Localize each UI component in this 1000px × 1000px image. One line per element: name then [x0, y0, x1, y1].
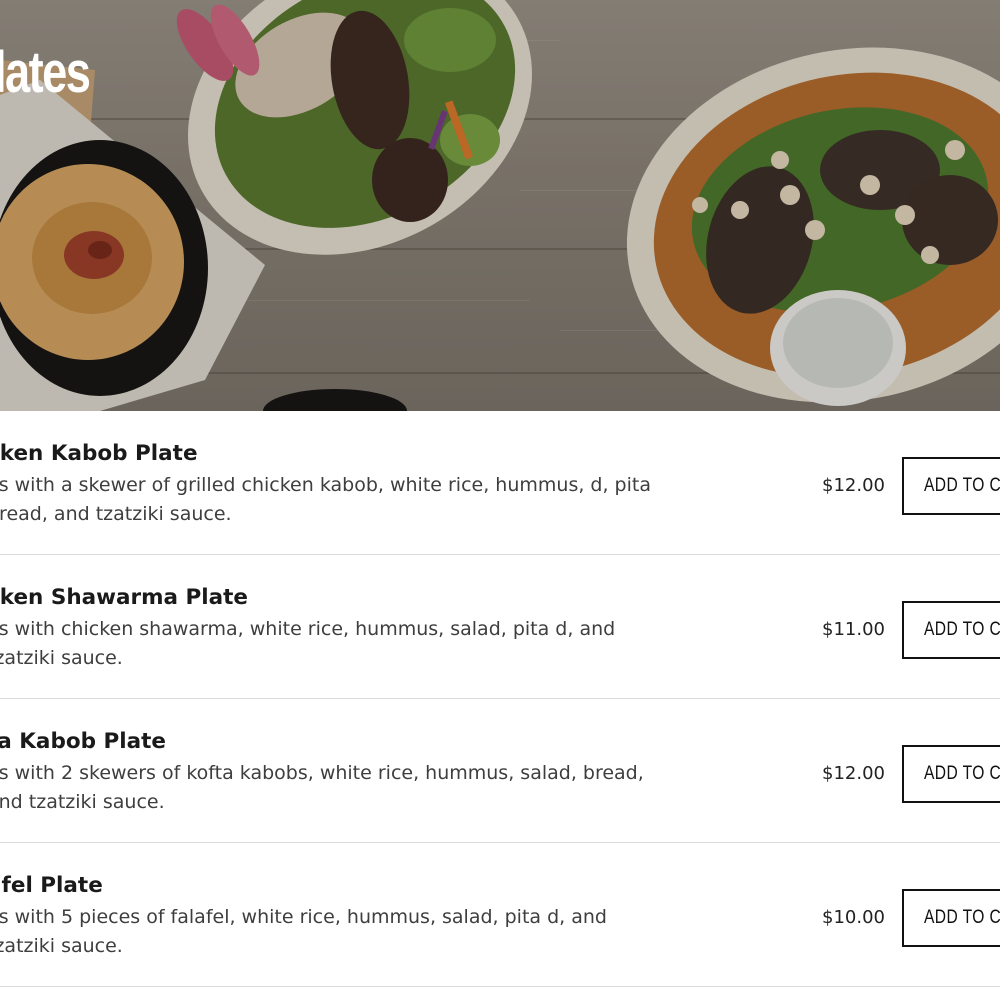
add-to-cart-button[interactable]: ADD TO CA [902, 745, 1000, 803]
hero-overlay [0, 0, 1000, 411]
menu-item: afel Plate es with 5 pieces of falafel, … [0, 843, 1000, 987]
add-to-cart-button[interactable]: ADD TO CA [902, 889, 1000, 947]
menu-item-price: $12.00 [822, 475, 885, 496]
menu-item-price: $10.00 [822, 907, 885, 928]
menu-item-name: cken Kabob Plate [0, 441, 198, 466]
menu-item-description: es with 2 skewers of kofta kabobs, white… [0, 762, 644, 813]
menu-item-price: $11.00 [822, 619, 885, 640]
menu-item-description: es with chicken shawarma, white rice, hu… [0, 618, 616, 669]
add-to-cart-label: ADD TO CA [924, 763, 1000, 784]
menu-item-name: cken Shawarma Plate [0, 585, 249, 610]
add-to-cart-button[interactable]: ADD TO CA [902, 457, 1000, 515]
menu-item: cken Kabob Plate es with a skewer of gri… [0, 411, 1000, 555]
add-to-cart-label: ADD TO CA [924, 619, 1000, 640]
menu-list: cken Kabob Plate es with a skewer of gri… [0, 411, 1000, 987]
hero-banner: lates [0, 0, 1000, 411]
add-to-cart-label: ADD TO CA [924, 907, 1000, 928]
add-to-cart-button[interactable]: ADD TO CA [902, 601, 1000, 659]
menu-item-price: $12.00 [822, 763, 885, 784]
menu-item: cken Shawarma Plate es with chicken shaw… [0, 555, 1000, 699]
menu-item-name: afel Plate [0, 873, 103, 898]
add-to-cart-label: ADD TO CA [924, 475, 1000, 496]
menu-item: ta Kabob Plate es with 2 skewers of koft… [0, 699, 1000, 843]
menu-item-name: ta Kabob Plate [0, 729, 166, 754]
page-title: lates [0, 40, 91, 105]
menu-item-description: es with 5 pieces of falafel, white rice,… [0, 906, 607, 957]
menu-item-description: es with a skewer of grilled chicken kabo… [0, 474, 651, 525]
